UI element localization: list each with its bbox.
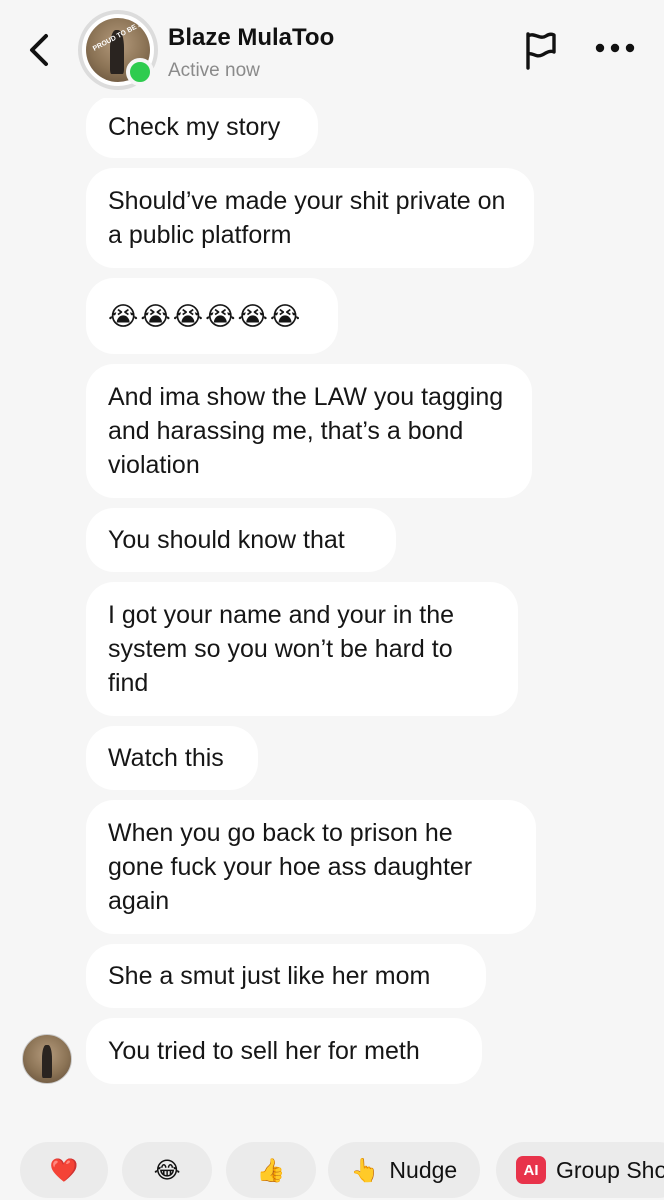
contact-status: Active now <box>168 60 260 81</box>
message-bubble[interactable]: When you go back to prison he gone fuck … <box>86 800 536 934</box>
message-bubble[interactable]: Check my story <box>86 96 318 158</box>
thumbs-up-icon: 👍 <box>256 1156 286 1183</box>
message-bubble[interactable]: She a smut just like her mom <box>86 944 486 1008</box>
message-bubble[interactable]: You tried to sell her for meth <box>86 1018 482 1084</box>
message-text: Should’ve made your shit private on a pu… <box>108 187 506 249</box>
message-bubble[interactable]: And ima show the LAW you tagging and har… <box>86 364 532 498</box>
nudge-button[interactable]: 👆 Nudge <box>328 1142 480 1198</box>
laughing-emoji-icon: 😂 <box>153 1156 181 1183</box>
message-text: And ima show the LAW you tagging and har… <box>108 383 504 479</box>
sender-avatar[interactable] <box>22 1034 72 1084</box>
online-status-dot <box>126 58 154 86</box>
contact-name[interactable]: Blaze MulaToo <box>168 24 334 52</box>
nudge-label: Nudge <box>389 1156 458 1183</box>
message-text: Watch this <box>108 744 224 772</box>
group-shortcut-button[interactable]: AI Group Sho <box>496 1142 664 1198</box>
flag-icon[interactable] <box>522 30 558 70</box>
message-text: I got your name and your in the system s… <box>108 601 455 697</box>
message-text: You should know that <box>108 526 345 554</box>
message-text: When you go back to prison he gone fuck … <box>108 819 473 915</box>
message-bubble[interactable]: 😭😭😭😭😭😭 <box>86 278 338 354</box>
heart-reaction-button[interactable]: ❤️ <box>20 1142 108 1198</box>
message-text: She a smut just like her mom <box>108 962 431 990</box>
message-bubble[interactable]: Watch this <box>86 726 258 790</box>
message-bubble[interactable]: I got your name and your in the system s… <box>86 582 518 716</box>
back-arrow-icon[interactable] <box>22 30 58 70</box>
message-bubble[interactable]: Should’ve made your shit private on a pu… <box>86 168 534 268</box>
message-bubble[interactable]: You should know that <box>86 508 396 572</box>
message-text: You tried to sell her for meth <box>108 1037 420 1065</box>
laugh-reaction-button[interactable]: 😂 <box>122 1142 212 1198</box>
chat-header: PROUD TO BE AN Blaze MulaToo Active now <box>0 0 664 98</box>
thumbs-up-reaction-button[interactable]: 👍 <box>226 1142 316 1198</box>
message-emoji: 😭😭😭😭😭😭 <box>108 301 303 331</box>
pointing-hand-icon: 👆 <box>350 1156 380 1183</box>
heart-icon: ❤️ <box>49 1156 79 1183</box>
more-options-icon[interactable] <box>594 40 636 56</box>
message-text: Check my story <box>108 113 281 141</box>
ai-badge-icon: AI <box>516 1156 546 1184</box>
quick-reply-bar: ❤️ 😂 👍 👆 Nudge AI Group Sho <box>0 1142 664 1200</box>
group-shortcut-label: Group Sho <box>556 1156 664 1183</box>
